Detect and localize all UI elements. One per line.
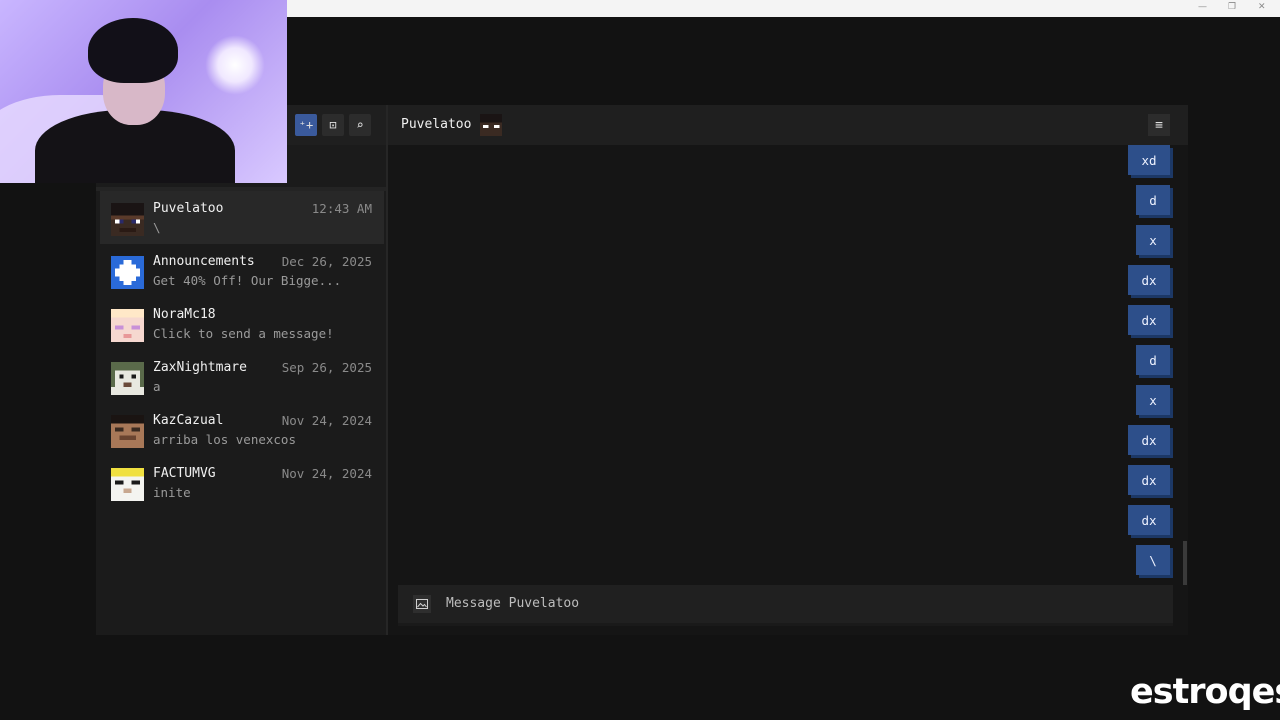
conversation-item-noramc18[interactable]: NoraMc18 Click to send a message! [100, 297, 384, 350]
conversation-date: 12:43 AM [311, 201, 372, 216]
message-bubble[interactable]: d [1136, 185, 1170, 215]
conversation-preview: \ [153, 220, 161, 235]
conversation-name: ZaxNightmare [153, 360, 247, 375]
add-friend-button[interactable]: ⁺+ [295, 114, 317, 136]
image-icon [416, 599, 428, 609]
conversation-item-kazcazual[interactable]: KazCazual arriba los venexcos Nov 24, 20… [100, 403, 384, 456]
close-button[interactable]: ✕ [1258, 2, 1266, 12]
search-icon: ⌕ [356, 118, 364, 132]
conversation-name: FACTUMVG [153, 466, 216, 481]
conversation-name: NoraMc18 [153, 307, 216, 322]
new-group-icon: ⊡ [329, 118, 337, 132]
conversation-item-announcements[interactable]: Announcements Get 40% Off! Our Bigge... … [100, 244, 384, 297]
message-bubble[interactable]: dx [1128, 305, 1170, 335]
conversation-name: KazCazual [153, 413, 224, 428]
conversation-date: Dec 26, 2025 [281, 254, 372, 269]
search-button[interactable]: ⌕ [349, 114, 371, 136]
conversation-sidebar: ⁺+ ⊡ ⌕ Puvelatoo \ 12:43 AM Announcement… [96, 105, 388, 635]
message-input[interactable]: Message Puvelatoo [446, 596, 579, 611]
maximize-button[interactable]: ❐ [1228, 2, 1236, 12]
streamer-watermark: estroqes [1130, 672, 1280, 712]
conversation-name: Announcements [153, 254, 255, 269]
message-composer[interactable]: Message Puvelatoo [398, 585, 1173, 626]
menu-icon: ≡ [1155, 117, 1163, 133]
conversation-name: Puvelatoo [153, 201, 224, 216]
avatar [480, 114, 502, 136]
message-bubble[interactable]: dx [1128, 465, 1170, 495]
message-bubble[interactable]: \ [1136, 545, 1170, 575]
chat-header: Puvelatoo ≡ [388, 105, 1188, 145]
avatar [111, 415, 144, 448]
conversation-preview: Get 40% Off! Our Bigge... [153, 273, 342, 288]
conversation-date: Nov 24, 2024 [281, 466, 372, 481]
new-group-button[interactable]: ⊡ [322, 114, 344, 136]
webcam-overlay [0, 0, 287, 183]
conversation-item-puvelatoo[interactable]: Puvelatoo \ 12:43 AM [100, 191, 384, 244]
avatar [111, 203, 144, 236]
message-bubble[interactable]: dx [1128, 425, 1170, 455]
add-friend-icon: ⁺+ [298, 118, 314, 132]
message-bubble[interactable]: dx [1128, 505, 1170, 535]
avatar [111, 468, 144, 501]
conversation-date: Sep 26, 2025 [281, 360, 372, 375]
conversation-date: Nov 24, 2024 [281, 413, 372, 428]
message-bubble[interactable]: d [1136, 345, 1170, 375]
announcements-icon [111, 256, 144, 289]
attach-image-button[interactable] [413, 595, 431, 613]
chat-scrollbar[interactable] [1183, 541, 1187, 585]
message-bubble[interactable]: dx [1128, 265, 1170, 295]
conversation-preview: a [153, 379, 161, 394]
message-bubble[interactable]: xd [1128, 145, 1170, 175]
chat-title: Puvelatoo [401, 117, 472, 132]
avatar [111, 362, 144, 395]
avatar [111, 309, 144, 342]
chat-panel: Puvelatoo ≡ xd d x dx dx d x dx dx dx \ … [388, 105, 1188, 635]
conversation-item-factumvg[interactable]: FACTUMVG inite Nov 24, 2024 [100, 456, 384, 509]
minimize-button[interactable]: — [1198, 2, 1207, 12]
conversation-item-zaxnightmare[interactable]: ZaxNightmare a Sep 26, 2025 [100, 350, 384, 403]
conversation-preview: inite [153, 485, 191, 500]
conversation-preview: Click to send a message! [153, 326, 334, 341]
message-bubble[interactable]: x [1136, 385, 1170, 415]
conversation-preview: arriba los venexcos [153, 432, 296, 447]
message-bubble[interactable]: x [1136, 225, 1170, 255]
chat-menu-button[interactable]: ≡ [1148, 114, 1170, 136]
